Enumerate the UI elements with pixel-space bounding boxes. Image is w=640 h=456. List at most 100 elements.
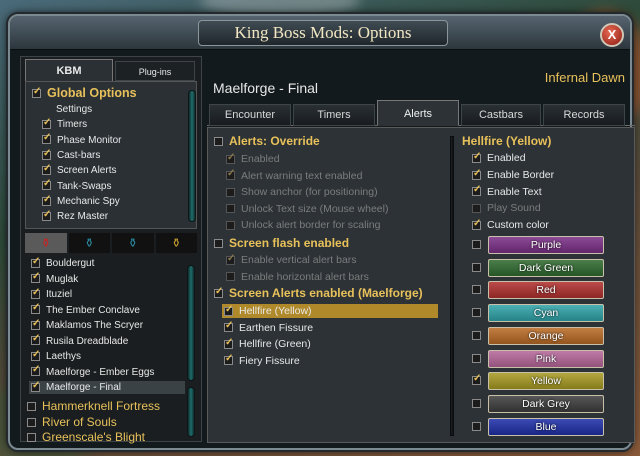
checkbox[interactable] [226,187,235,197]
alert-item[interactable]: Fiery Fissure [222,353,438,368]
color-checkbox[interactable] [472,353,481,363]
checkbox[interactable] [31,318,40,330]
detail-option[interactable]: Enabled [472,151,526,164]
override-option[interactable]: Unlock alert border for scaling [226,219,380,231]
tree-item[interactable]: Tank-Swaps [42,178,111,192]
color-yellow-button[interactable]: Yellow [488,372,604,391]
checkbox[interactable] [224,337,233,349]
checkbox[interactable] [472,151,481,163]
color-checkbox[interactable] [472,373,481,386]
checkbox[interactable] [31,349,40,361]
checkbox[interactable] [472,184,481,197]
tree-item[interactable]: Phase Monitor [42,132,121,146]
color-dark-green-button[interactable]: Dark Green [488,258,604,277]
boss-item[interactable]: The Ember Conclave [29,302,185,317]
checkbox[interactable] [214,286,223,299]
tab-alerts[interactable]: Alerts [377,100,459,126]
scrollbar[interactable] [187,387,195,437]
boss-item[interactable]: Ituziel [29,287,185,301]
checkbox[interactable] [224,320,233,333]
checkbox[interactable] [31,256,40,268]
color-checkbox[interactable] [472,262,481,272]
tab-records[interactable]: Records [543,104,625,126]
flash-option[interactable]: Enable vertical alert bars [226,253,357,266]
scrollbar[interactable] [188,90,196,222]
tree-item[interactable]: Cast-bars [42,148,100,161]
color-checkbox[interactable] [472,330,481,340]
checkbox[interactable] [42,132,51,145]
alert-item[interactable]: Hellfire (Yellow) [222,304,438,318]
checkbox[interactable] [42,178,51,191]
tree-item[interactable]: Settings [56,104,92,115]
boss-item[interactable]: Muglak [29,271,185,286]
color-orange-button[interactable]: Orange [488,326,604,345]
color-dark-grey-button[interactable]: Dark Grey [488,394,604,413]
checkbox[interactable] [31,271,40,284]
checkbox[interactable] [226,204,235,214]
screen-alerts-enabled[interactable]: Screen Alerts enabled (Maelforge) [214,286,423,300]
checkbox[interactable] [42,194,51,206]
boss-item[interactable]: Rusila Dreadblade [29,333,185,348]
tab-plugins[interactable]: Plug-ins [115,61,195,81]
checkbox[interactable] [27,402,36,412]
checkbox[interactable] [42,117,51,130]
color-pink-button[interactable]: Pink [488,349,604,368]
zone-item[interactable]: Hammerknell Fortress [27,399,160,413]
boss-item[interactable]: Laethys [29,349,185,363]
tab-kbm[interactable]: KBM [25,59,113,81]
color-checkbox[interactable] [472,398,481,408]
tree-item[interactable]: Timers [42,117,87,130]
tree-item[interactable]: Mechanic Spy [42,194,120,207]
zone-item[interactable]: Greenscale's Blight [27,430,145,444]
checkbox[interactable] [27,433,36,443]
potion-icon[interactable]: ⚱ [68,233,110,253]
checkbox[interactable] [472,168,481,180]
checkbox[interactable] [42,163,51,176]
boss-item[interactable]: Maelforge - Ember Eggs [29,364,185,379]
tab-timers[interactable]: Timers [293,104,375,126]
zone-item[interactable]: River of Souls [27,415,117,429]
tree-item[interactable]: Screen Alerts [42,163,116,176]
color-red-button[interactable]: Red [488,281,604,300]
color-cyan-button[interactable]: Cyan [488,304,604,323]
checkbox[interactable] [214,239,223,249]
color-checkbox[interactable] [472,421,481,431]
flash-option[interactable]: Enable horizontal alert bars [226,271,369,283]
detail-option[interactable]: Enable Border [472,168,554,181]
checkbox[interactable] [32,86,41,99]
scrollbar[interactable] [187,265,195,381]
alert-item[interactable]: Earthen Fissure [222,320,438,335]
checkbox[interactable] [31,380,40,392]
global-options-node[interactable]: Global Options [32,86,137,100]
checkbox[interactable] [472,204,481,214]
alerts-override[interactable]: Alerts: Override [214,134,320,148]
screen-flash[interactable]: Screen flash enabled [214,236,349,250]
override-option[interactable]: Enabled [226,152,280,165]
alert-item[interactable]: Hellfire (Green) [222,337,438,351]
boss-item[interactable]: Maklamos The Scryer [29,318,185,332]
checkbox[interactable] [472,218,481,230]
potion-icon[interactable]: ⚱ [112,233,154,253]
detail-option[interactable]: Enable Text [472,184,542,198]
color-purple-button[interactable]: Purple [488,236,604,254]
potion-icon[interactable]: ⚱ [155,233,197,253]
checkbox[interactable] [224,304,233,316]
checkbox[interactable] [214,137,223,147]
color-blue-button[interactable]: Blue [488,417,604,436]
close-icon[interactable]: X [600,23,624,47]
override-option[interactable]: Alert warning text enabled [226,168,362,182]
checkbox[interactable] [226,272,235,282]
boss-item[interactable]: Bouldergut [29,256,185,270]
checkbox[interactable] [42,209,51,221]
checkbox[interactable] [31,364,40,377]
checkbox[interactable] [226,168,235,181]
checkbox[interactable] [31,302,40,315]
detail-option[interactable]: Play Sound [472,202,541,214]
checkbox[interactable] [224,353,233,366]
color-checkbox[interactable] [472,308,481,318]
checkbox[interactable] [226,253,235,265]
tab-encounter[interactable]: Encounter [209,104,291,126]
checkbox[interactable] [42,148,51,160]
color-checkbox[interactable] [472,285,481,295]
title-bar[interactable]: King Boss Mods: Options X [10,16,630,50]
